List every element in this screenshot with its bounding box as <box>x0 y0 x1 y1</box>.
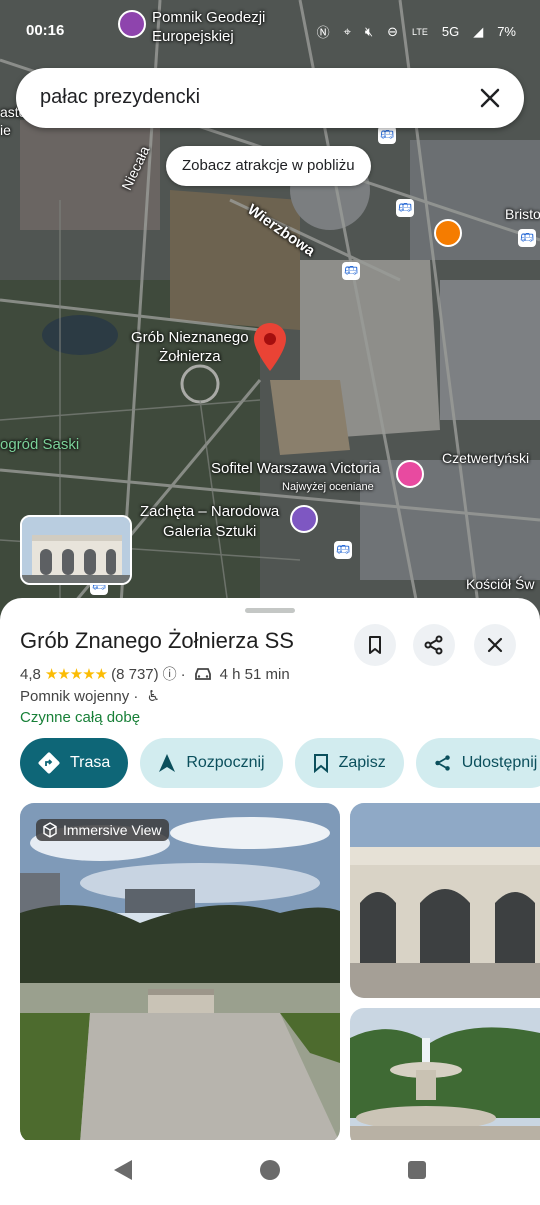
place-photo[interactable] <box>350 1008 540 1148</box>
travel-time: 4 h 51 min <box>219 665 290 683</box>
restaurant-poi-icon[interactable] <box>434 219 462 247</box>
save-label: Zapisz <box>338 754 386 771</box>
action-buttons: Trasa Rozpocznij Zapisz Udostępnij <box>20 738 540 788</box>
save-bookmark-button[interactable] <box>354 624 396 666</box>
map-label-ogrod[interactable]: ogród Saski <box>0 436 79 453</box>
map-label-czetwertynski[interactable]: Czetwertyński <box>442 450 529 466</box>
route-button[interactable]: Trasa <box>20 738 129 788</box>
signal-icon: ◢ <box>473 23 484 39</box>
share-button[interactable] <box>413 624 455 666</box>
cube-icon <box>43 822 57 838</box>
clear-search-icon[interactable] <box>474 82 506 114</box>
recents-icon[interactable] <box>408 1161 426 1179</box>
route-label: Trasa <box>70 754 111 771</box>
map-label-zacheta[interactable]: Zachęta – Narodowa Galeria Sztuki <box>140 502 279 542</box>
home-icon[interactable] <box>260 1160 280 1180</box>
map-label-bristol[interactable]: Bristo <box>505 206 540 222</box>
car-icon <box>194 668 211 680</box>
network-lte-label: LTE <box>412 26 428 37</box>
close-icon <box>487 637 503 653</box>
bus-stop-icon[interactable]: 🚌︎ <box>342 262 360 280</box>
immersive-view-label: Immersive View <box>63 822 162 838</box>
bus-stop-icon[interactable]: 🚌︎ <box>396 199 414 217</box>
museum-poi-icon[interactable] <box>290 505 318 533</box>
monument-photo-image <box>350 803 540 998</box>
back-icon[interactable] <box>114 1160 132 1180</box>
bookmark-icon <box>313 754 328 773</box>
share-action-button[interactable]: Udostępnij <box>415 738 540 788</box>
search-bar[interactable]: pałac prezydencki <box>16 68 524 128</box>
review-count[interactable]: (8 737) <box>111 666 159 683</box>
rating-stars: ★★★★★ <box>44 666 108 683</box>
share-icon <box>424 635 443 655</box>
nearby-attractions-chip[interactable]: Zobacz atrakcje w pobliżu <box>166 146 371 186</box>
bookmark-icon <box>369 636 381 654</box>
map-label-pomnik[interactable]: Pomnik Geodezji Europejskiej <box>152 8 265 46</box>
bus-stop-icon[interactable]: 🚌︎ <box>378 126 396 144</box>
opening-hours[interactable]: Czynne całą dobę <box>20 709 140 726</box>
map-view[interactable]: 00:16 Ⓝ ⌖ 🔇︎ ⊖ LTE 5G ◢ 7% Pomnik Geodez… <box>0 0 540 620</box>
mute-icon: 🔇︎ <box>364 23 374 39</box>
rating-row[interactable]: 4,8 ★★★★★ (8 737) ⓘ · 4 h 51 min <box>20 664 290 684</box>
rating-value: 4,8 <box>20 665 41 683</box>
wheelchair-icon: ♿︎ <box>146 688 161 705</box>
status-time: 00:16 <box>26 22 65 39</box>
immersive-view-photo[interactable]: Immersive View <box>20 803 340 1143</box>
network-label: 5G <box>441 24 460 39</box>
map-label-sofitel-sub: Najwyżej oceniane <box>282 481 374 493</box>
category-label: Pomnik wojenny · <box>20 688 139 705</box>
close-button[interactable] <box>474 624 516 666</box>
place-photo[interactable] <box>350 803 540 998</box>
place-details-sheet[interactable]: Grób Znanego Żołnierza SS 4,8 ★★★★★ (8 7… <box>0 598 540 1158</box>
start-navigation-button[interactable]: Rozpocznij <box>140 738 283 788</box>
bus-stop-icon[interactable]: 🚌︎ <box>334 541 352 559</box>
street-view-thumbnail[interactable] <box>20 515 132 585</box>
map-label-grob[interactable]: Grób Nieznanego Żołnierza <box>131 328 249 366</box>
navigation-arrow-icon <box>159 754 176 772</box>
system-nav-bar <box>0 1140 540 1200</box>
immersive-view-badge[interactable]: Immersive View <box>36 819 169 841</box>
nfc-icon: Ⓝ <box>316 25 330 40</box>
share-icon <box>435 755 450 771</box>
status-icons: Ⓝ ⌖ 🔇︎ ⊖ LTE 5G ◢ 7% <box>317 22 516 41</box>
info-icon[interactable]: ⓘ <box>163 664 177 684</box>
save-button[interactable]: Zapisz <box>294 738 404 788</box>
directions-icon <box>38 752 60 774</box>
status-bar: 00:16 Ⓝ ⌖ 🔇︎ ⊖ LTE 5G ◢ 7% <box>0 0 540 60</box>
map-label-sofitel[interactable]: Sofitel Warszawa Victoria <box>211 460 380 477</box>
start-label: Rozpocznij <box>186 754 265 771</box>
bus-stop-icon[interactable]: 🚌︎ <box>518 229 536 247</box>
immersive-view-image <box>20 803 340 1143</box>
location-pin-icon[interactable] <box>254 323 286 371</box>
nav-buttons <box>114 1160 426 1180</box>
dnd-icon: ⊖ <box>387 23 399 39</box>
place-category: Pomnik wojenny · ♿︎ <box>20 687 160 705</box>
separator-dot: · <box>180 665 186 683</box>
share-label: Udostępnij <box>461 754 538 771</box>
place-title: Grób Znanego Żołnierza SS <box>20 628 294 653</box>
sheet-drag-handle[interactable] <box>245 608 295 613</box>
hotel-poi-icon[interactable] <box>396 460 424 488</box>
monument-poi-icon[interactable] <box>118 10 146 38</box>
search-query[interactable]: pałac prezydencki <box>40 86 200 109</box>
street-view-image <box>22 517 130 583</box>
battery-level: 7% <box>497 24 516 39</box>
map-label-left-2: ie <box>0 122 11 138</box>
fountain-photo-image <box>350 1008 540 1148</box>
location-icon: ⌖ <box>343 23 351 39</box>
map-label-kosciol[interactable]: Kościół Św <box>466 576 534 592</box>
